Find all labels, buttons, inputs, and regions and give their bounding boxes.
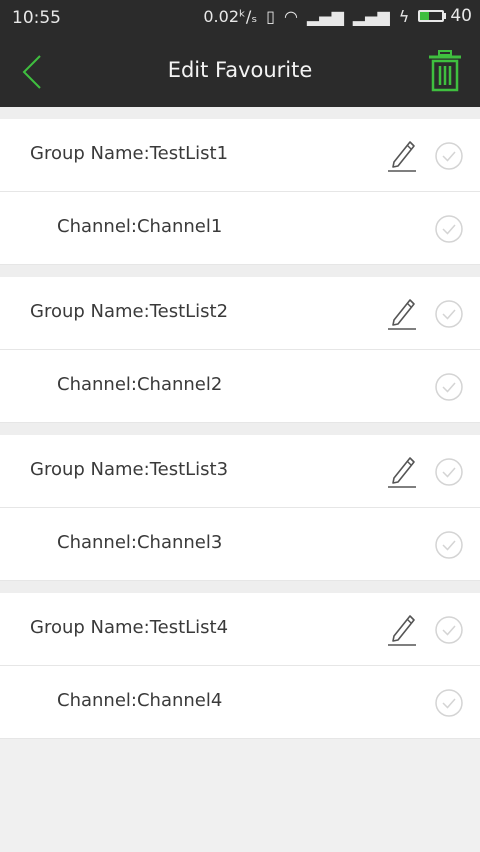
group-name-label: Group Name:TestList2 [30, 301, 229, 322]
channel-row[interactable]: Channel:Channel3 [0, 508, 480, 581]
check-circle-icon[interactable] [434, 299, 464, 329]
pencil-icon[interactable] [386, 293, 418, 331]
network-speed: 0.02ᵏ/ₛ [203, 6, 258, 26]
channel-row[interactable]: Channel:Channel4 [0, 666, 480, 739]
pencil-icon[interactable] [386, 135, 418, 173]
nav-bar: Edit Favourite [0, 36, 480, 107]
check-circle-icon[interactable] [434, 688, 464, 718]
status-time: 10:55 [12, 8, 61, 28]
battery-icon [418, 10, 445, 22]
section-divider [0, 107, 480, 119]
charging-icon: ϟ [398, 6, 410, 26]
section-divider [0, 581, 480, 593]
battery-percent: 40 [450, 6, 472, 26]
vibrate-icon: ▯ [266, 6, 275, 26]
group-row[interactable]: Group Name:TestList4 [0, 593, 480, 666]
signal-icon-2: ▂▄▆ [352, 6, 390, 26]
channel-label: Channel:Channel1 [57, 216, 223, 237]
section-divider [0, 423, 480, 435]
status-bar: 10:55 0.02ᵏ/ₛ ▯ ◠ ▂▄▆ ▂▄▆ ϟ 40 [0, 0, 480, 36]
page-title: Edit Favourite [167, 58, 313, 82]
channel-label: Channel:Channel4 [57, 690, 223, 711]
signal-icon: ▂▄▆ [306, 6, 344, 26]
check-circle-icon[interactable] [434, 141, 464, 171]
check-circle-icon[interactable] [434, 615, 464, 645]
group-name-label: Group Name:TestList3 [30, 459, 229, 480]
channel-label: Channel:Channel3 [57, 532, 223, 553]
group-name-label: Group Name:TestList4 [30, 617, 229, 638]
group-row[interactable]: Group Name:TestList2 [0, 277, 480, 350]
check-circle-icon[interactable] [434, 372, 464, 402]
favourite-list: Group Name:TestList1 Channel:Channel1 Grou… [0, 107, 480, 739]
status-icons: 0.02ᵏ/ₛ ▯ ◠ ▂▄▆ ▂▄▆ ϟ 40 [203, 6, 472, 26]
wifi-icon: ◠ [283, 6, 298, 26]
channel-label: Channel:Channel2 [57, 374, 223, 395]
battery-indicator: 40 [418, 6, 472, 26]
group-row[interactable]: Group Name:TestList1 [0, 119, 480, 192]
top-bar: 10:55 0.02ᵏ/ₛ ▯ ◠ ▂▄▆ ▂▄▆ ϟ 40 Edit Favo… [0, 0, 480, 107]
channel-row[interactable]: Channel:Channel2 [0, 350, 480, 423]
channel-row[interactable]: Channel:Channel1 [0, 192, 480, 265]
group-name-label: Group Name:TestList1 [30, 143, 229, 164]
check-circle-icon[interactable] [434, 530, 464, 560]
pencil-icon[interactable] [386, 451, 418, 489]
section-divider [0, 265, 480, 277]
check-circle-icon[interactable] [434, 214, 464, 244]
pencil-icon[interactable] [386, 609, 418, 647]
trash-icon[interactable] [428, 50, 462, 92]
check-circle-icon[interactable] [434, 457, 464, 487]
group-row[interactable]: Group Name:TestList3 [0, 435, 480, 508]
